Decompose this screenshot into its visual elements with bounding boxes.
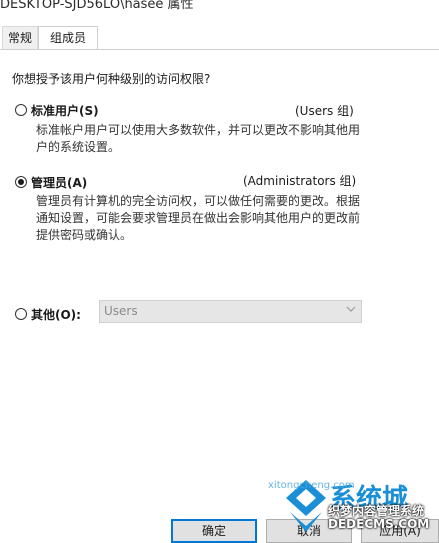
- desc-line: 户的系统设置。: [36, 140, 121, 154]
- tab-group-membership[interactable]: 组成员: [38, 26, 98, 51]
- tab-strip: 常规 组成员: [0, 26, 439, 51]
- desc-line: 通知设置，可能会要求管理员在做出会影响其他用户的更改前: [36, 211, 361, 225]
- standard-user-radio[interactable]: [15, 104, 27, 116]
- chevron-down-icon: [346, 306, 356, 312]
- administrators-group-tag: (Administrators 组): [243, 174, 357, 188]
- administrator-label[interactable]: 管理员(A): [31, 174, 87, 191]
- desc-line: 提供密码或确认。: [36, 228, 133, 242]
- ok-button[interactable]: 确定: [171, 519, 257, 543]
- other-radio[interactable]: [15, 308, 27, 320]
- title-bar: DESKTOP-SJD56LO\hasee 属性: [0, 0, 439, 26]
- standard-user-description: 标准帐户用户可以使用大多数软件，并可以更改不影响其他用 户的系统设置。: [36, 122, 360, 156]
- standard-user-label[interactable]: 标准用户(S): [31, 102, 99, 119]
- desc-line: 管理员有计算机的完全访问权，可以做任何需要的更改。根据: [36, 194, 361, 208]
- other-group-select[interactable]: Users: [99, 300, 362, 323]
- desc-line: 标准帐户用户可以使用大多数软件，并可以更改不影响其他用: [36, 123, 361, 137]
- other-group-select-value: Users: [104, 304, 138, 318]
- administrator-description: 管理员有计算机的完全访问权，可以做任何需要的更改。根据 通知设置，可能会要求管理…: [36, 193, 360, 244]
- apply-button[interactable]: 应用(A): [361, 519, 439, 543]
- tab-general[interactable]: 常规: [2, 26, 38, 49]
- administrator-radio[interactable]: [15, 176, 27, 188]
- cancel-button[interactable]: 取消: [266, 519, 352, 543]
- window-title: DESKTOP-SJD56LO\hasee 属性: [0, 0, 194, 12]
- access-question: 你想授予该用户何种级别的访问权限?: [12, 72, 211, 86]
- other-label[interactable]: 其他(O):: [31, 306, 81, 323]
- users-group-tag: (Users 组): [295, 104, 354, 118]
